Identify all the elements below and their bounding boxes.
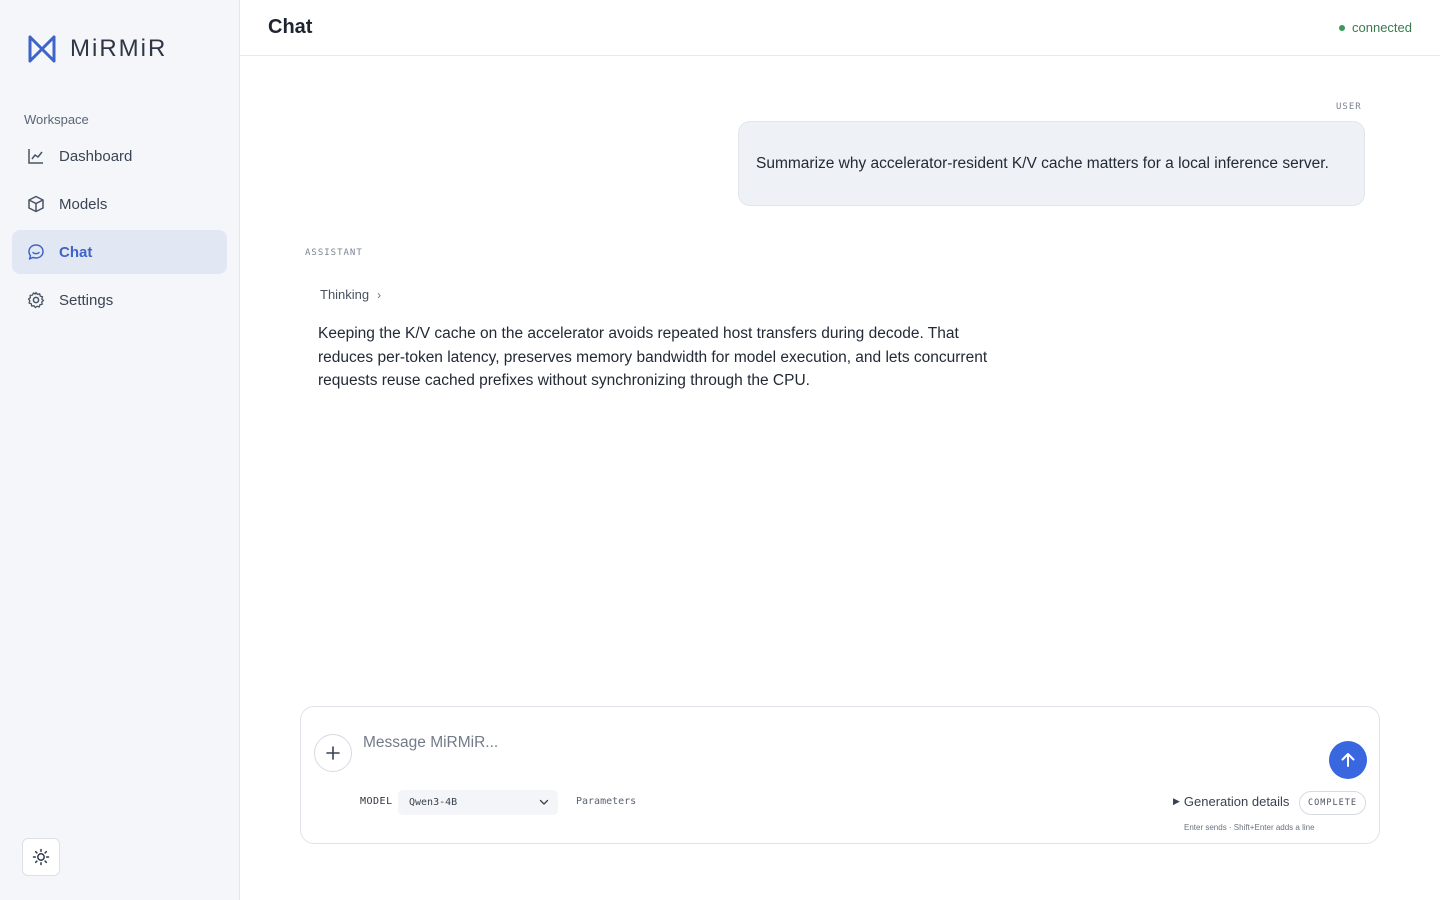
cube-icon bbox=[26, 194, 46, 214]
keyboard-hint: Enter sends · Shift+Enter adds a line bbox=[1184, 823, 1315, 832]
assistant-role-label: ASSISTANT bbox=[305, 248, 363, 258]
assistant-message-text: Keeping the K/V cache on the accelerator… bbox=[318, 325, 988, 389]
sidebar-item-dashboard[interactable]: Dashboard bbox=[12, 134, 227, 178]
sidebar-item-label: Chat bbox=[59, 243, 93, 261]
model-label: MODEL bbox=[360, 796, 393, 807]
sidebar-item-settings[interactable]: Settings bbox=[12, 278, 227, 322]
message-input[interactable] bbox=[363, 731, 1263, 755]
thinking-toggle[interactable]: Thinking › bbox=[320, 287, 381, 302]
brand-name: MiRMiR bbox=[70, 35, 168, 62]
chat-bubble-icon bbox=[26, 242, 46, 262]
user-message-text: Summarize why accelerator-resident K/V c… bbox=[756, 154, 1329, 172]
sidebar-item-label: Settings bbox=[59, 291, 114, 309]
status-dot-icon bbox=[1339, 24, 1345, 31]
chevron-down-icon bbox=[539, 799, 549, 805]
arrow-up-icon bbox=[1341, 753, 1355, 767]
connection-status: connected bbox=[1339, 20, 1412, 35]
generation-details-label: Generation details bbox=[1183, 794, 1290, 809]
sidebar: MiRMiR Workspace Dashboard Models Chat S… bbox=[0, 0, 240, 900]
chevron-right-icon: › bbox=[377, 287, 382, 302]
send-button[interactable] bbox=[1329, 741, 1367, 779]
sidebar-item-label: Models bbox=[59, 195, 108, 213]
nav-heading: Workspace bbox=[24, 112, 89, 127]
message-composer: MODEL Qwen3-4B Parameters ▶ Generation d… bbox=[300, 706, 1380, 844]
sidebar-item-models[interactable]: Models bbox=[12, 182, 227, 226]
chart-line-icon bbox=[26, 146, 46, 166]
model-select-value: Qwen3-4B bbox=[409, 797, 458, 808]
plus-icon bbox=[326, 746, 340, 760]
user-role-label: USER bbox=[1336, 102, 1362, 112]
sidebar-item-chat[interactable]: Chat bbox=[12, 230, 227, 274]
caret-right-icon: ▶ bbox=[1173, 796, 1180, 806]
gear-icon bbox=[26, 290, 46, 310]
mirmir-logo-icon bbox=[28, 35, 56, 63]
user-message-bubble: Summarize why accelerator-resident K/V c… bbox=[738, 121, 1365, 206]
parameters-link[interactable]: Parameters bbox=[576, 796, 636, 807]
generation-details-toggle[interactable]: ▶ Generation details bbox=[1173, 794, 1289, 809]
page-title: Chat bbox=[268, 16, 313, 38]
top-header: Chat connected bbox=[240, 0, 1440, 56]
sidebar-nav: Dashboard Models Chat Settings bbox=[12, 134, 227, 326]
sidebar-item-label: Dashboard bbox=[59, 147, 133, 165]
brand-logo[interactable]: MiRMiR bbox=[26, 33, 167, 65]
status-badge: COMPLETE bbox=[1299, 791, 1366, 815]
attach-button[interactable] bbox=[314, 734, 352, 772]
theme-toggle-button[interactable] bbox=[22, 838, 60, 876]
model-select[interactable]: Qwen3-4B bbox=[398, 790, 558, 815]
status-text: connected bbox=[1352, 20, 1412, 35]
thinking-label: Thinking bbox=[320, 287, 370, 302]
sun-icon bbox=[32, 848, 50, 866]
